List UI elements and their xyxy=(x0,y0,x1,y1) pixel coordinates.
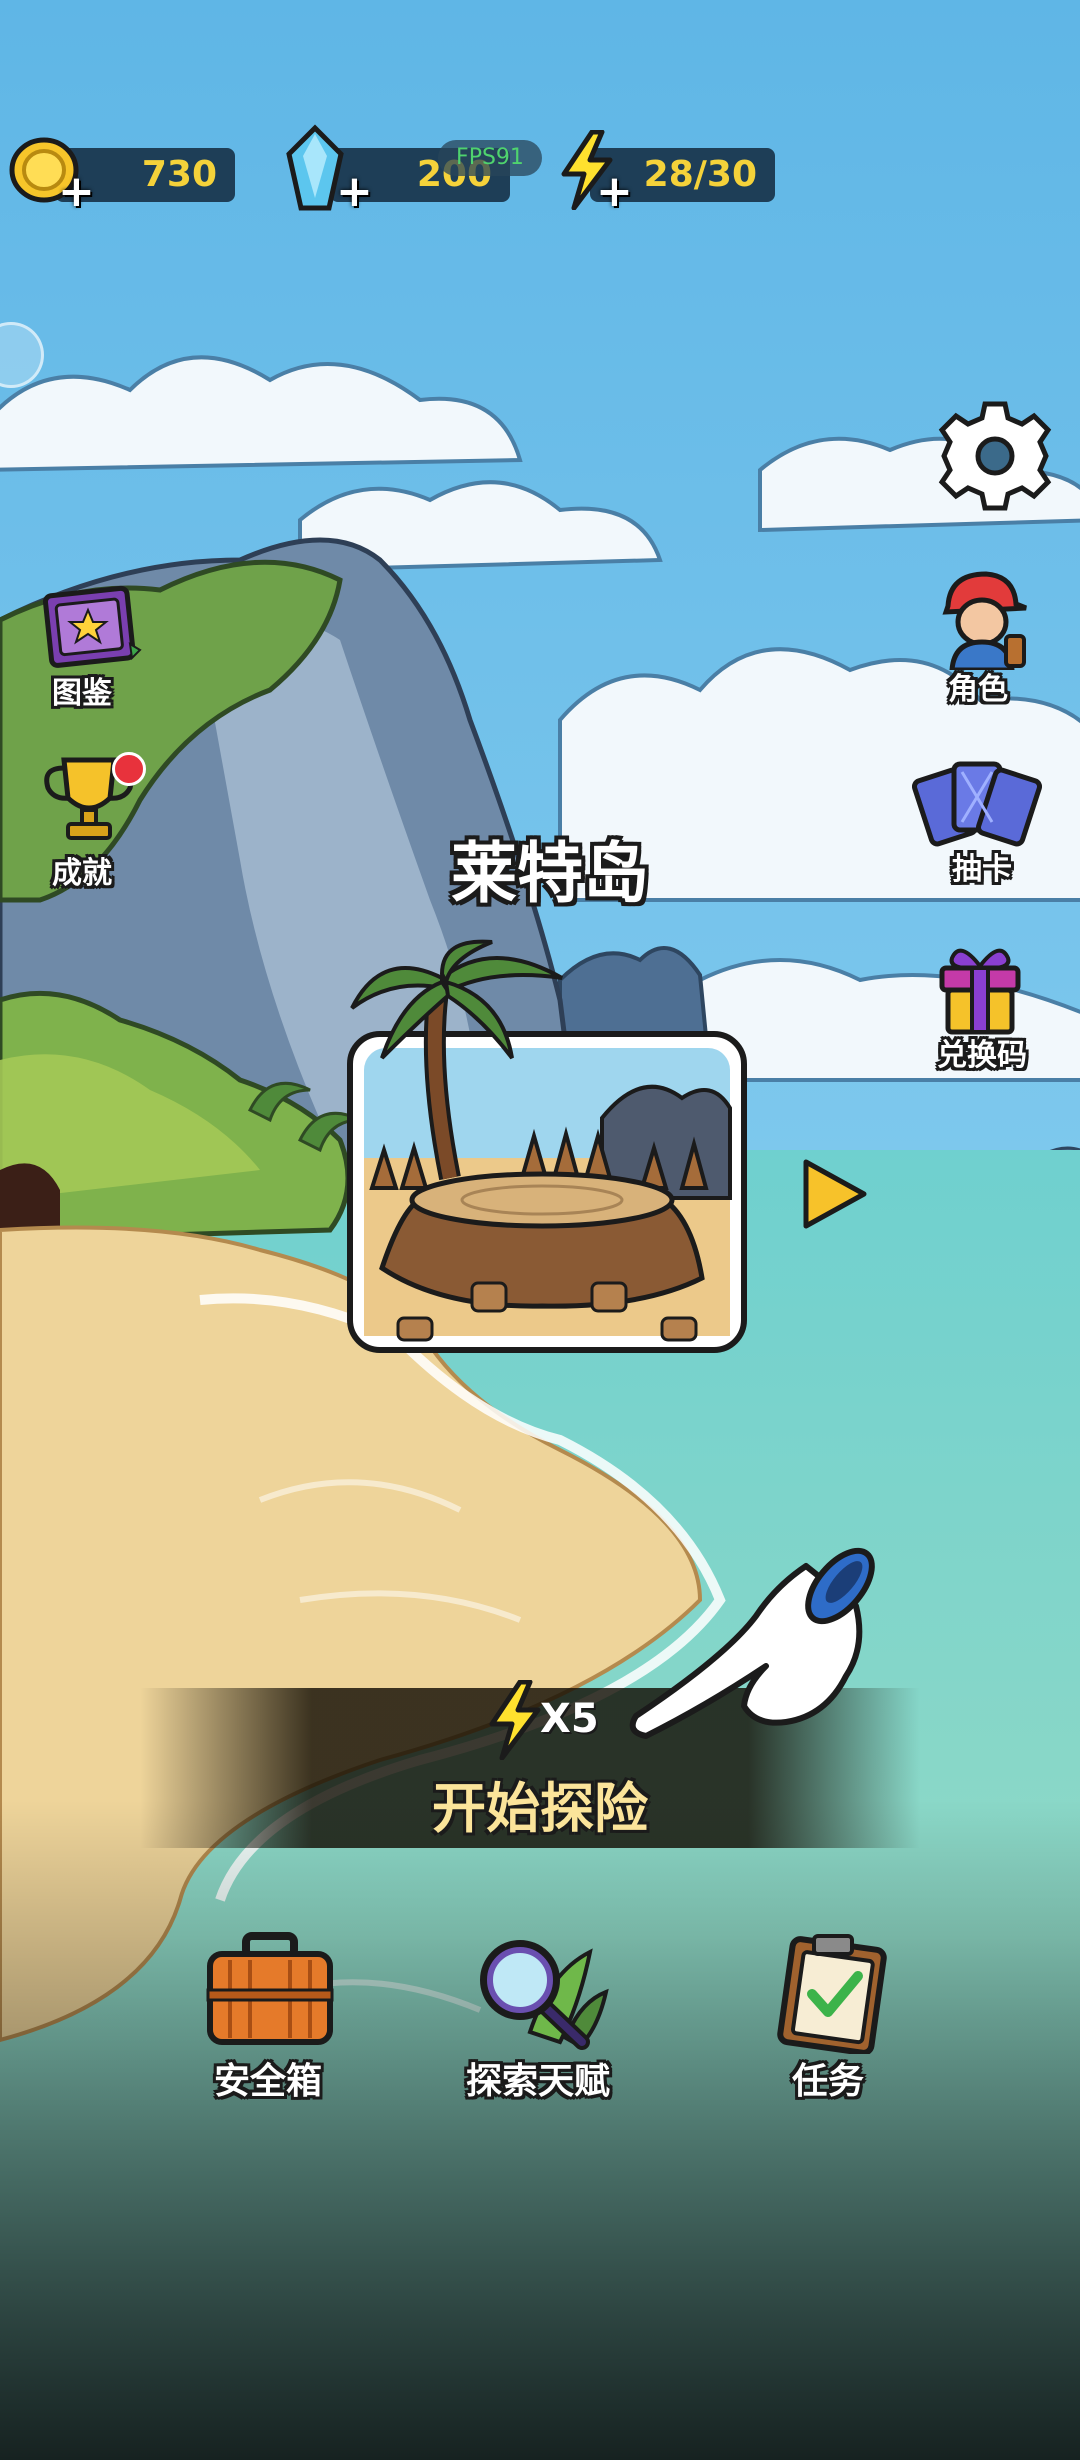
fps-badge: FPS91 xyxy=(438,140,542,176)
character-icon[interactable] xyxy=(930,566,1030,670)
achievements-label[interactable]: 成就 xyxy=(12,848,152,892)
fps-value: FPS91 xyxy=(456,145,524,170)
stage-card-island[interactable] xyxy=(342,938,752,1358)
add-energy-icon[interactable]: + xyxy=(596,170,633,214)
gear-icon[interactable] xyxy=(935,396,1055,516)
magnifier-icon[interactable] xyxy=(470,1932,610,2052)
stage-title: 莱特岛 xyxy=(451,835,649,912)
safe-box-label[interactable]: 安全箱 xyxy=(158,2052,378,2104)
clipboard-icon[interactable] xyxy=(772,1930,892,2054)
add-coins-icon[interactable]: + xyxy=(58,170,95,214)
codex-label[interactable]: 图鉴 xyxy=(12,668,152,712)
energy-value: 28/30 xyxy=(643,154,757,195)
exploration-talents-label[interactable]: 探索天赋 xyxy=(428,2052,648,2104)
pointing-hand-icon xyxy=(629,1547,875,1739)
character-label[interactable]: 角色 xyxy=(908,664,1048,708)
coin-value: 730 xyxy=(141,154,217,195)
next-stage-arrow-icon[interactable] xyxy=(796,1156,872,1232)
energy-cost-icon xyxy=(489,1680,541,1760)
redeem-code-label[interactable]: 兑换码 xyxy=(912,1030,1052,1074)
draw-cards-label[interactable]: 抽卡 xyxy=(912,844,1052,888)
gift-icon[interactable] xyxy=(930,938,1030,1038)
suitcase-icon[interactable] xyxy=(200,1930,340,2050)
energy-cost: X5 xyxy=(540,1696,599,1742)
achievement-notification-dot xyxy=(112,752,146,786)
book-icon[interactable] xyxy=(38,584,148,674)
start-adventure-label[interactable]: 开始探险 xyxy=(380,1764,700,1843)
add-gems-icon[interactable]: + xyxy=(336,170,373,214)
tasks-label[interactable]: 任务 xyxy=(718,2052,938,2104)
cards-icon[interactable] xyxy=(912,758,1042,848)
